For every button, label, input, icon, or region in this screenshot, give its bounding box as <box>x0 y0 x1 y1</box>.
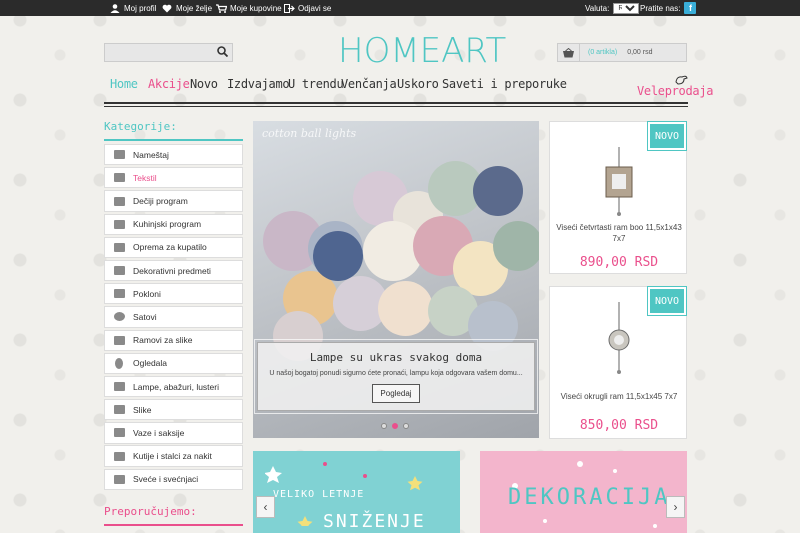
category-item[interactable]: Lampe, abažuri, lusteri <box>104 375 243 398</box>
kitchen-icon <box>105 219 133 229</box>
new-badge: NOVO <box>647 121 687 151</box>
slider-image <box>313 231 363 281</box>
slider-image <box>378 281 433 336</box>
product-card[interactable]: NOVO Viseći okrugli ram 11,5x1x45 7x7 85… <box>549 286 687 439</box>
recommend-title: Preporučujemo: <box>104 505 197 518</box>
category-item[interactable]: Nameštaj <box>104 144 243 166</box>
category-list: Nameštaj Tekstil Dečiji program Kuhinjsk… <box>104 144 243 492</box>
rocking-horse-icon <box>105 196 133 206</box>
user-icon <box>110 3 120 13</box>
picture-frame-icon <box>105 335 133 345</box>
slider-dots <box>381 423 409 429</box>
cart-icon <box>216 3 228 13</box>
nav-divider <box>104 102 688 104</box>
nav-u-trendu[interactable]: U trendu <box>288 77 344 91</box>
nav-home[interactable]: Home <box>110 77 138 91</box>
mirror-icon <box>105 357 133 369</box>
logout-link[interactable]: Odjavi se <box>284 0 331 16</box>
main-nav: Home Akcije Novo Izdvajamo U trendu Venč… <box>104 74 713 100</box>
banner-decoration-text: DEKORACIJA <box>508 485 671 510</box>
category-item[interactable]: Pokloni <box>104 283 243 305</box>
product-name[interactable]: Viseći okrugli ram 11,5x1x45 7x7 <box>550 391 688 402</box>
wishlist-link[interactable]: Moje želje <box>162 0 212 16</box>
currency-selector: Valuta: RSD <box>585 0 640 16</box>
category-item[interactable]: Ogledala <box>104 352 243 374</box>
category-item[interactable]: Slike <box>104 399 243 421</box>
decoration-banner[interactable]: DEKORACIJA <box>480 451 687 533</box>
slider-image <box>493 221 539 271</box>
currency-select[interactable]: RSD <box>613 2 640 14</box>
search-button[interactable] <box>212 44 232 61</box>
categories-title: Kategorije: <box>104 120 177 133</box>
profile-link[interactable]: Moj profil <box>110 0 156 16</box>
banner-next-arrow[interactable]: › <box>666 496 685 518</box>
nav-uskoro[interactable]: Uskoro <box>397 77 439 91</box>
product-name[interactable]: Viseći četvrtasti ram boo 11,5x1x43 7x7 <box>550 222 688 244</box>
logout-icon <box>284 3 295 13</box>
bathtub-icon <box>105 242 133 252</box>
banner-sale-line1: VELIKO LETNJE <box>273 489 365 500</box>
banner-prev-arrow[interactable]: ‹ <box>256 496 275 518</box>
bird-icon <box>674 74 688 88</box>
nav-akcije[interactable]: Akcije <box>148 77 190 91</box>
slider-watermark: cotton ball lights <box>262 127 357 140</box>
slider-dot[interactable] <box>403 423 409 429</box>
category-item[interactable]: Oprema za kupatilo <box>104 236 243 259</box>
flower-icon <box>105 428 133 438</box>
new-badge: NOVO <box>647 286 687 316</box>
heart-icon <box>105 266 133 276</box>
social-follow: Pratite nas: f <box>640 0 697 16</box>
slider-dot[interactable] <box>381 423 387 429</box>
nav-vencanja[interactable]: Venčanja <box>341 77 397 91</box>
site-logo[interactable]: HOMEART <box>338 28 506 76</box>
category-item[interactable]: Dekorativni predmeti <box>104 259 243 282</box>
slider-dot-active[interactable] <box>392 423 398 429</box>
search-input[interactable] <box>105 44 213 61</box>
recommend-underline <box>104 524 243 526</box>
category-item[interactable]: Kutije i stalci za nakit <box>104 445 243 467</box>
category-item[interactable]: Ramovi za slike <box>104 329 243 351</box>
top-bar: Moj profil Moje želje Moje kupovine Odja… <box>0 0 800 16</box>
slider-title: Lampe su ukras svakog doma <box>309 351 483 364</box>
category-item[interactable]: Satovi <box>104 306 243 328</box>
basket-icon <box>558 44 580 61</box>
search-icon <box>216 46 228 59</box>
summer-sale-banner[interactable]: VELIKO LETNJE SNIŽENJE <box>253 451 460 533</box>
candle-icon <box>105 474 133 484</box>
image-icon <box>105 405 133 415</box>
slider-caption: Lampe su ukras svakog doma U našoj bogat… <box>254 339 538 414</box>
textile-icon <box>105 173 133 183</box>
cart-count: (0 artikla) <box>588 49 618 56</box>
heart-icon <box>162 4 172 13</box>
slider-view-button[interactable]: Pogledaj <box>372 384 420 403</box>
product-price: 890,00 RSD <box>579 255 659 270</box>
purchases-link[interactable]: Moje kupovine <box>216 0 282 16</box>
cart-total: 0,00 rsd <box>627 49 653 56</box>
banner-sale-line2: SNIŽENJE <box>323 511 426 532</box>
cart-summary[interactable]: (0 artikla) 0,00 rsd <box>557 43 687 62</box>
category-item[interactable]: Sveće i svećnjaci <box>104 468 243 490</box>
nav-izdvajamo[interactable]: Izdvajamo <box>227 77 290 91</box>
clock-icon <box>105 312 133 322</box>
product-card[interactable]: NOVO Viseći četvrtasti ram boo 11,5x1x43… <box>549 121 687 274</box>
gift-icon <box>105 289 133 299</box>
nav-saveti[interactable]: Saveti i preporuke <box>442 77 567 91</box>
category-item[interactable]: Dečiji program <box>104 190 243 212</box>
jewelry-box-icon <box>105 451 133 461</box>
category-item[interactable]: Tekstil <box>104 167 243 189</box>
categories-underline <box>104 139 243 141</box>
chair-icon <box>105 150 133 160</box>
facebook-icon[interactable]: f <box>684 2 697 14</box>
product-image <box>600 302 638 379</box>
product-image <box>600 147 638 219</box>
category-item[interactable]: Kuhinjski program <box>104 213 243 235</box>
search-box <box>104 43 233 62</box>
nav-novo[interactable]: Novo <box>190 77 218 91</box>
slider-text: U našoj bogatoj ponudi sigurno ćete pron… <box>269 370 523 377</box>
nav-divider-thin <box>104 106 688 107</box>
category-item[interactable]: Vaze i saksije <box>104 422 243 444</box>
lamp-icon <box>105 382 133 392</box>
product-price: 850,00 RSD <box>579 418 659 433</box>
slider-image <box>473 166 523 216</box>
